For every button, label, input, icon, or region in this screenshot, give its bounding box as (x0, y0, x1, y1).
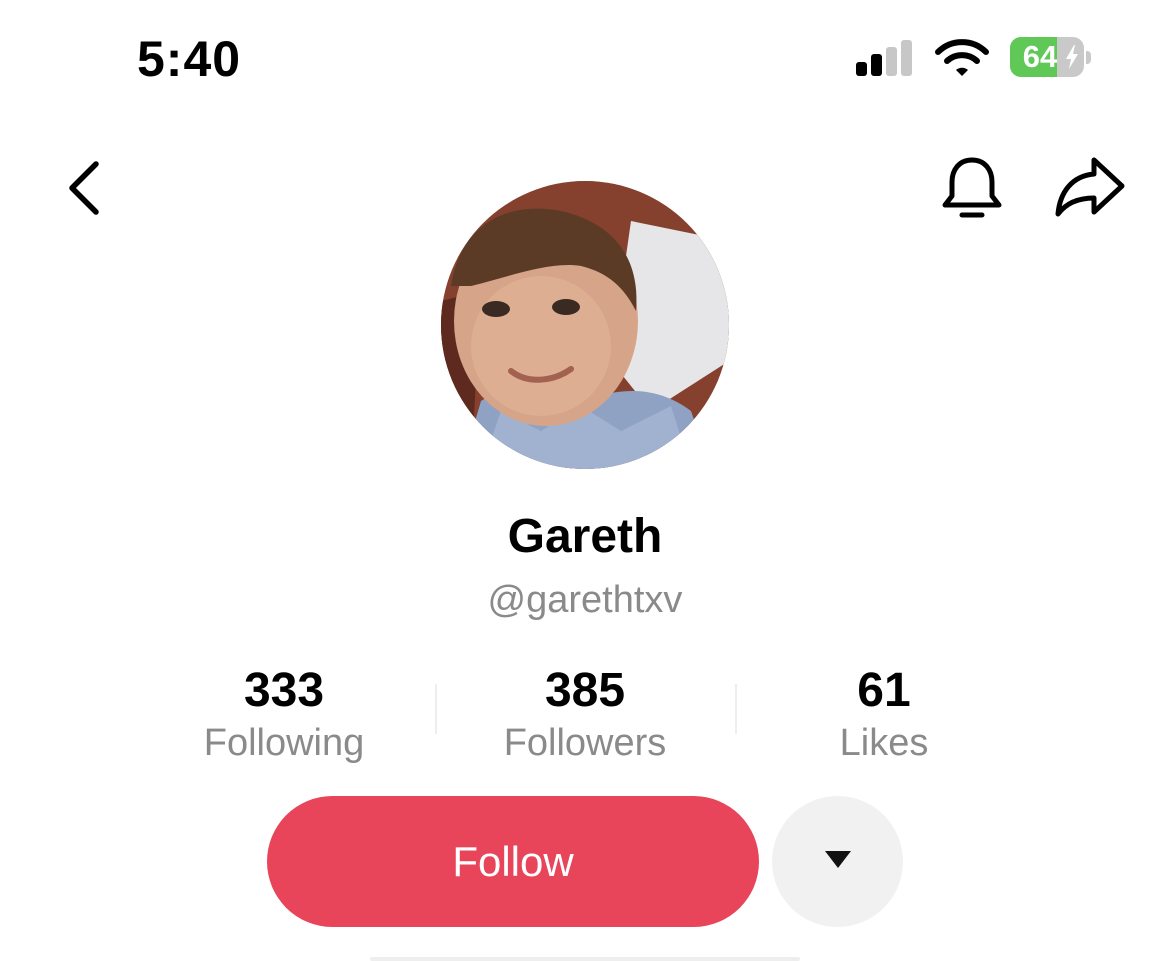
next-row-edge (370, 957, 800, 961)
stat-likes[interactable]: 61 Likes (734, 662, 1034, 766)
wifi-icon (935, 39, 989, 76)
bell-icon[interactable] (938, 154, 1006, 222)
display-name: Gareth (507, 510, 663, 563)
chevron-left-icon[interactable] (58, 158, 110, 218)
signal-bar-1 (856, 62, 867, 76)
share-arrow-icon[interactable] (1054, 152, 1128, 222)
stat-label: Likes (839, 722, 929, 764)
stat-value: 385 (544, 664, 626, 717)
signal-bar-2 (871, 54, 882, 76)
caret-down-icon (825, 851, 851, 868)
follow-button[interactable]: Follow (267, 796, 759, 927)
battery-icon: 64 (1010, 37, 1084, 77)
profile-photo (441, 181, 729, 469)
stat-value: 61 (857, 664, 911, 717)
stat-label: Followers (503, 722, 667, 764)
battery-level: 64 (1022, 39, 1058, 74)
signal-bar-3 (886, 47, 897, 76)
charging-bolt-icon (1066, 45, 1078, 69)
cellular-signal-icon (856, 40, 914, 76)
signal-bar-4 (901, 40, 912, 76)
stat-label: Following (203, 722, 365, 764)
avatar[interactable] (441, 181, 729, 469)
stat-following[interactable]: 333 Following (134, 662, 434, 766)
username-handle: @garethtxv (487, 579, 683, 621)
status-time: 5:40 (137, 31, 242, 87)
stat-value: 333 (243, 664, 325, 717)
more-options-button[interactable] (772, 796, 903, 927)
battery-cap (1086, 51, 1091, 64)
stat-followers[interactable]: 385 Followers (435, 662, 735, 766)
